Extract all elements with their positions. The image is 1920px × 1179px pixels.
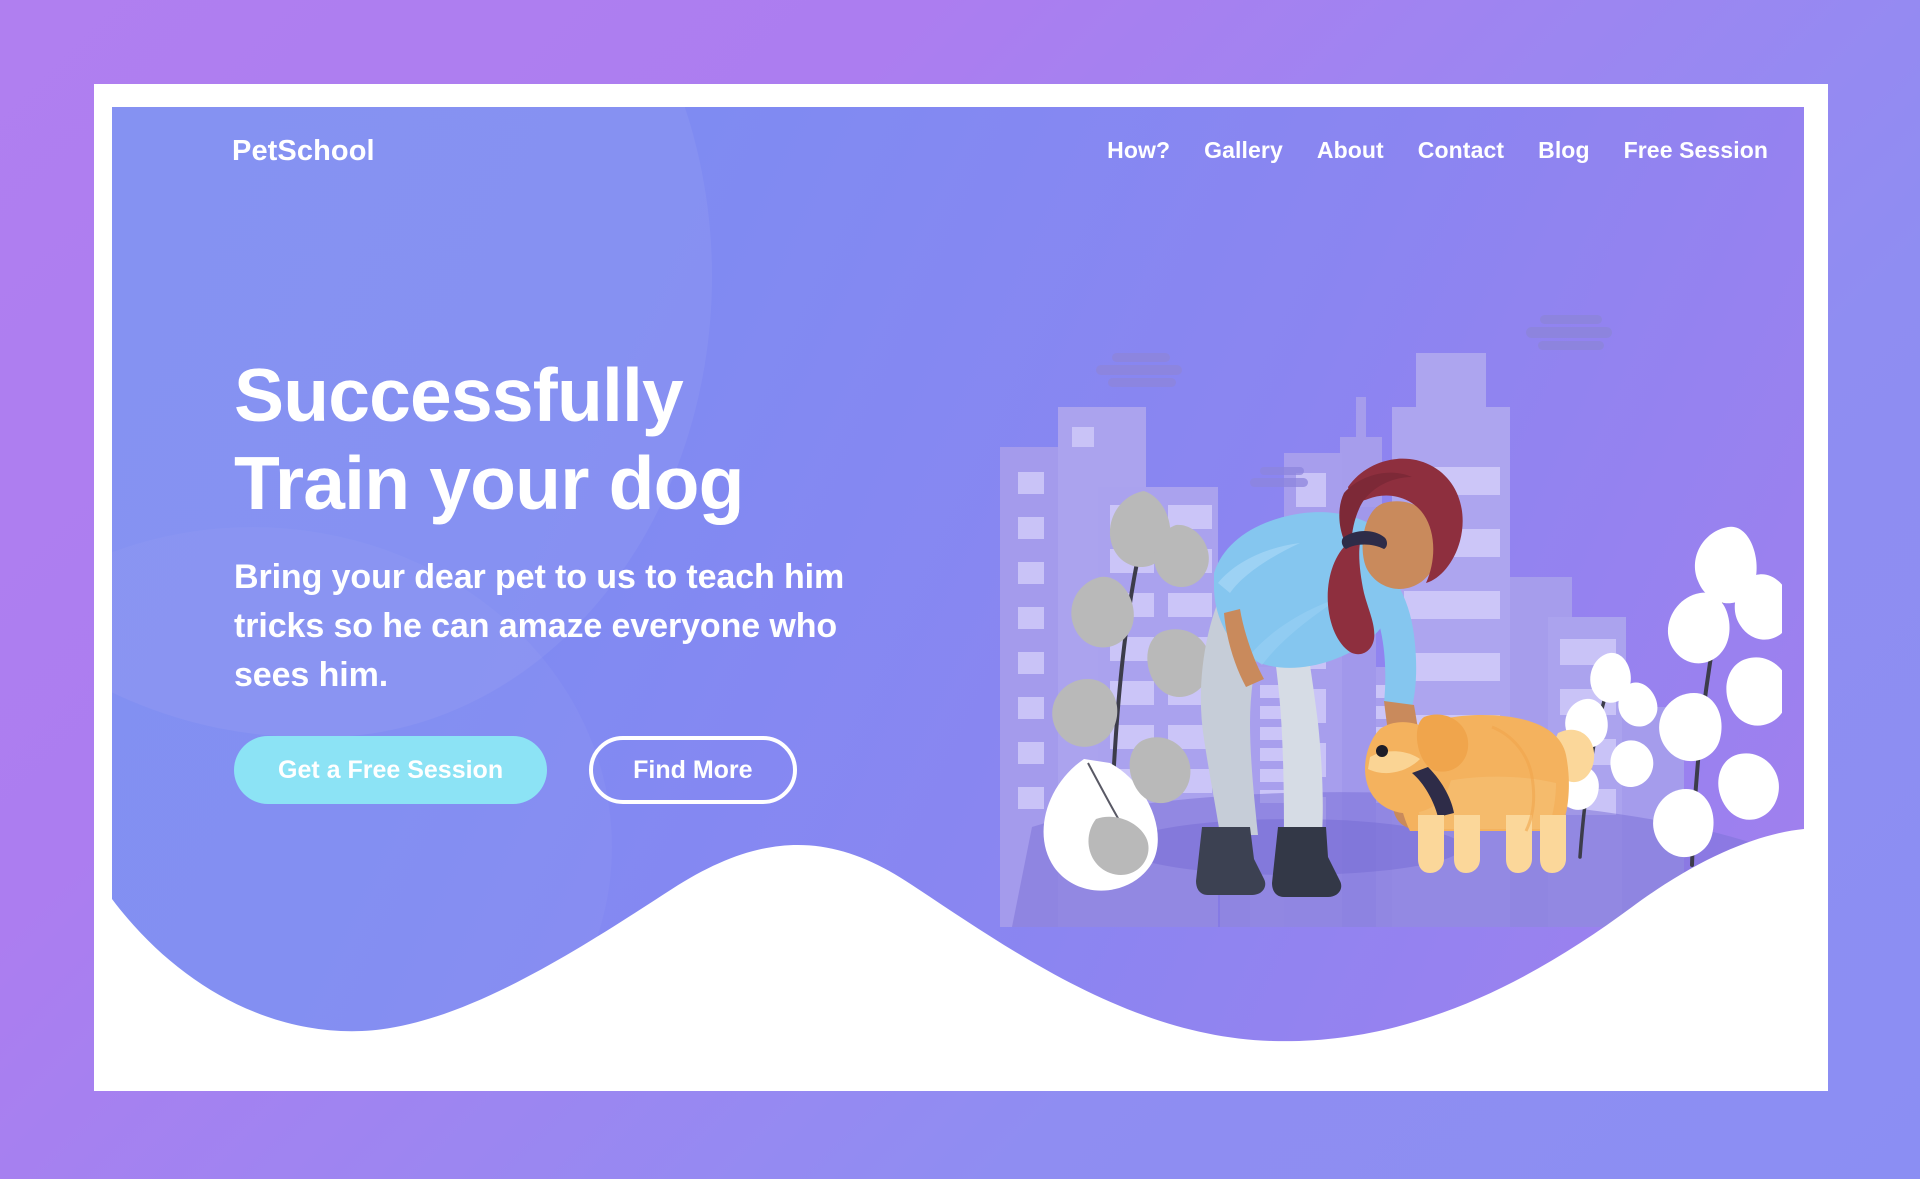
nav-item-gallery[interactable]: Gallery <box>1204 137 1283 164</box>
hero-button-row: Get a Free Session Find More <box>234 736 914 804</box>
get-free-session-button[interactable]: Get a Free Session <box>234 736 548 804</box>
hero-card: PetSchool How? Gallery About Contact Blo… <box>112 107 1804 1067</box>
hero-subcopy: Bring your dear pet to us to teach him t… <box>234 558 845 694</box>
hero-copy: Successfully Train your dog Bring your d… <box>234 351 914 804</box>
page-title: Successfully Train your dog <box>234 351 914 527</box>
page-root: PetSchool How? Gallery About Contact Blo… <box>0 0 1920 1179</box>
main-navigation: How? Gallery About Contact Blog Free Ses… <box>1107 137 1768 164</box>
nav-item-contact[interactable]: Contact <box>1418 137 1504 164</box>
nav-item-blog[interactable]: Blog <box>1538 137 1590 164</box>
headline-line-2: Train your dog <box>234 441 744 525</box>
brand-logo[interactable]: PetSchool <box>232 135 375 168</box>
headline-line-1: Successfully <box>234 353 684 437</box>
cloud-right <box>1526 315 1612 350</box>
find-more-button[interactable]: Find More <box>589 736 797 804</box>
nav-item-about[interactable]: About <box>1317 137 1384 164</box>
nav-item-free-session[interactable]: Free Session <box>1624 137 1768 164</box>
bottom-wave <box>112 829 1804 1067</box>
cloud-left <box>1096 353 1182 387</box>
nav-item-how[interactable]: How? <box>1107 137 1170 164</box>
